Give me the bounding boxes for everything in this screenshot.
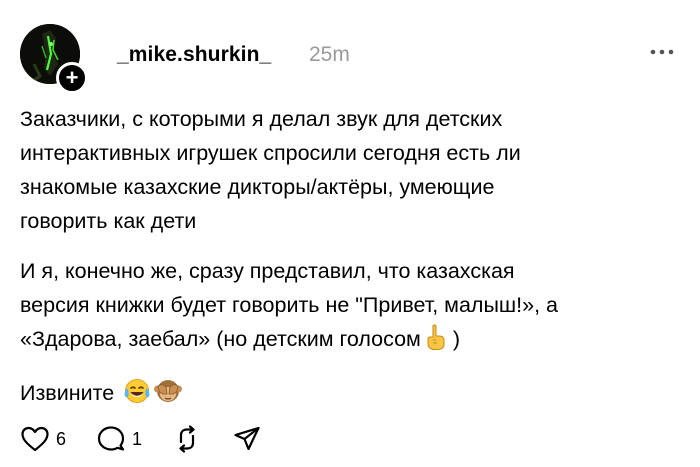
post-time: 25m bbox=[309, 43, 350, 66]
avatar-container[interactable]: + bbox=[20, 24, 88, 94]
post-body: Заказчики, с которыми я делал звук для д… bbox=[20, 102, 680, 430]
like-button[interactable]: 6 bbox=[20, 425, 66, 453]
comment-count: 1 bbox=[132, 428, 143, 449]
post-paragraph-2: И я, конечно же, сразу представил, что к… bbox=[20, 254, 680, 360]
post-paragraph-2-text: И я, конечно же, сразу представил, что к… bbox=[20, 259, 558, 351]
comment-icon[interactable] bbox=[96, 425, 126, 453]
post-paragraph-2-tail: ) bbox=[452, 327, 460, 351]
follow-button[interactable]: + bbox=[56, 62, 88, 94]
post-paragraph-3: Извините bbox=[20, 376, 680, 414]
see-no-evil-monkey-emoji bbox=[154, 378, 183, 414]
share-icon[interactable] bbox=[232, 425, 262, 453]
username[interactable]: _mike.shurkin_ bbox=[117, 43, 271, 67]
share-button[interactable] bbox=[232, 425, 262, 453]
pointing-up-emoji bbox=[425, 324, 447, 360]
post-header: + _mike.shurkin_ 25m bbox=[20, 24, 680, 94]
thread-post: + _mike.shurkin_ 25m Заказчики, с которы… bbox=[0, 0, 700, 467]
repost-icon[interactable] bbox=[172, 425, 202, 453]
tears-of-joy-emoji bbox=[124, 378, 150, 414]
like-count: 6 bbox=[56, 428, 67, 449]
comment-button[interactable]: 1 bbox=[96, 425, 142, 453]
more-icon[interactable] bbox=[648, 42, 676, 62]
post-paragraph-3-text: Извините bbox=[20, 381, 115, 405]
repost-button[interactable] bbox=[172, 425, 202, 453]
post-paragraph-1: Заказчики, с которыми я делал звук для д… bbox=[20, 107, 521, 233]
plus-icon: + bbox=[65, 65, 79, 90]
post-actions: 6 1 bbox=[20, 424, 292, 454]
heart-icon[interactable] bbox=[20, 425, 50, 453]
